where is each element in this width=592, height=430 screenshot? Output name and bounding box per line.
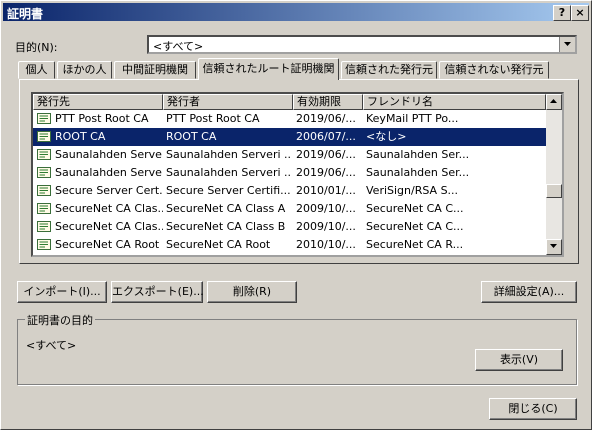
table-row[interactable]: Saunalahden Serve... Saunalahden Serveri … (33, 164, 546, 182)
tab-trusted-publishers[interactable]: 信頼された発行元 (341, 61, 437, 79)
cell-issued-to: SecureNet CA Root (55, 238, 160, 251)
certificate-icon (37, 239, 51, 250)
cell-expires: 2009/10/... (296, 254, 362, 255)
purpose-dropdown[interactable]: <すべて> (147, 35, 577, 54)
certificates-dialog: 証明書 ? × 目的(N): <すべて> 個人 ほかの人 中間証明機関 信頼され… (0, 0, 592, 430)
cell-friendly: Saunalahden Ser... (366, 148, 470, 161)
certificate-icon (37, 167, 51, 178)
close-dialog-button[interactable]: 閉じる(C) (489, 398, 577, 420)
cell-issued-by: Saunalahden Serveri ... (166, 166, 292, 179)
tab-intermediate-ca[interactable]: 中間証明機関 (114, 61, 196, 79)
cell-expires: 2019/06/... (296, 148, 356, 161)
cell-expires: 2006/07/... (296, 130, 356, 143)
cell-issued-by: Secure Server Certifi... (166, 184, 291, 197)
cell-issued-by: SecureNet CA Root (166, 238, 271, 251)
cell-issued-by: Saunalahden Serveri ... (166, 148, 292, 161)
scroll-thumb[interactable] (546, 184, 562, 198)
remove-button[interactable]: 削除(R) (207, 281, 297, 303)
column-header-expiration[interactable]: 有効期限 (293, 94, 363, 110)
vertical-scrollbar[interactable] (546, 94, 562, 255)
purpose-value: <すべて> (153, 40, 204, 53)
help-button[interactable]: ? (553, 5, 571, 21)
chevron-up-icon (550, 99, 557, 103)
column-header-issued-to[interactable]: 発行先 (33, 94, 163, 110)
title-bar[interactable]: 証明書 ? × (3, 3, 589, 21)
cell-friendly: VeriSign/RSA S... (366, 184, 459, 197)
cell-expires: 2010/10/... (296, 238, 356, 251)
certificate-purposes-title: 証明書の目的 (25, 312, 95, 328)
column-header-issued-by[interactable]: 発行者 (163, 94, 293, 110)
cell-friendly: KeyMail PTT Po... (366, 112, 459, 125)
cell-issued-to: SecureNet CA Clas... (55, 220, 163, 233)
tab-other-people[interactable]: ほかの人 (57, 61, 112, 79)
table-row[interactable]: SecureNet CA Clas... SecureNet CA Class A… (33, 200, 546, 218)
cell-issued-by: PTT Post Root CA (166, 112, 260, 125)
certificate-list[interactable]: 発行先 発行者 有効期限 フレンドリ名 PTT Post Root CA PTT … (31, 92, 564, 257)
table-row[interactable]: PTT Post Root CA PTT Post Root CA 2019/06/… (33, 110, 546, 128)
cell-issued-to: Secure Server Cert... (55, 184, 163, 197)
certificate-icon (37, 221, 51, 232)
table-row[interactable]: Secure Server Cert... Secure Server Certi… (33, 182, 546, 200)
cell-issued-by: SecureNet CA Class B (166, 220, 286, 233)
cell-friendly: SecureNet CA S... (366, 254, 542, 255)
cell-issued-to: ROOT CA (55, 130, 106, 143)
certificate-icon (37, 185, 51, 196)
certificate-purposes-value: <すべて> (26, 339, 77, 352)
close-button[interactable]: × (571, 5, 589, 21)
table-row[interactable]: SecureNet CA SGC ...SecureNet CA SGC R..… (33, 254, 546, 255)
table-row[interactable]: SecureNet CA Root SecureNet CA Root 2010/1… (33, 236, 546, 254)
cell-issued-to: SecureNet CA SGC ... (55, 254, 163, 255)
column-header-friendly-name[interactable]: フレンドリ名 (363, 94, 546, 110)
cell-issued-to: Saunalahden Serve... (55, 148, 163, 161)
cell-issued-to: SecureNet CA Clas... (55, 202, 163, 215)
cell-issued-by: SecureNet CA Class A (166, 202, 286, 215)
chevron-down-icon (550, 244, 557, 248)
cell-issued-to: Saunalahden Serve... (55, 166, 163, 179)
purpose-label: 目的(N): (15, 41, 58, 54)
view-button[interactable]: 表示(V) (475, 349, 563, 371)
scroll-up-button[interactable] (546, 94, 562, 110)
cell-issued-to: PTT Post Root CA (55, 112, 149, 125)
certificate-icon (37, 203, 51, 214)
cell-friendly: SecureNet CA C... (366, 220, 464, 233)
table-row[interactable]: SecureNet CA Clas... SecureNet CA Class B… (33, 218, 546, 236)
cell-issued-by: SecureNet CA SGC R... (166, 254, 292, 255)
cell-friendly: SecureNet CA R... (366, 238, 464, 251)
chevron-down-icon[interactable] (559, 37, 575, 52)
cell-expires: 2009/10/... (296, 220, 356, 233)
certificate-icon (37, 131, 51, 142)
certificate-icon (37, 113, 51, 124)
tab-trusted-root-ca[interactable]: 信頼されたルート証明機関 (198, 58, 339, 80)
export-button[interactable]: エクスポート(E)... (111, 281, 204, 303)
cell-friendly: <なし> (366, 130, 407, 143)
table-row[interactable]: Saunalahden Serve... Saunalahden Serveri … (33, 146, 546, 164)
table-row[interactable]: ROOT CA ROOT CA 2006/07/... <なし> (33, 128, 546, 146)
cell-friendly: SecureNet CA C... (366, 202, 464, 215)
cell-expires: 2019/06/... (296, 166, 356, 179)
advanced-button[interactable]: 詳細設定(A)... (481, 281, 577, 303)
import-button[interactable]: インポート(I)... (17, 281, 107, 303)
tab-untrusted-publishers[interactable]: 信頼されない発行元 (439, 61, 549, 79)
certificate-icon (37, 149, 51, 160)
tab-personal[interactable]: 個人 (18, 61, 55, 79)
cell-expires: 2009/10/... (296, 202, 356, 215)
window-title: 証明書 (7, 7, 44, 21)
scroll-down-button[interactable] (546, 239, 562, 255)
cell-expires: 2010/01/... (296, 184, 356, 197)
cell-issued-by: ROOT CA (166, 130, 217, 143)
cell-expires: 2019/06/... (296, 112, 356, 125)
cell-friendly: Saunalahden Ser... (366, 166, 470, 179)
